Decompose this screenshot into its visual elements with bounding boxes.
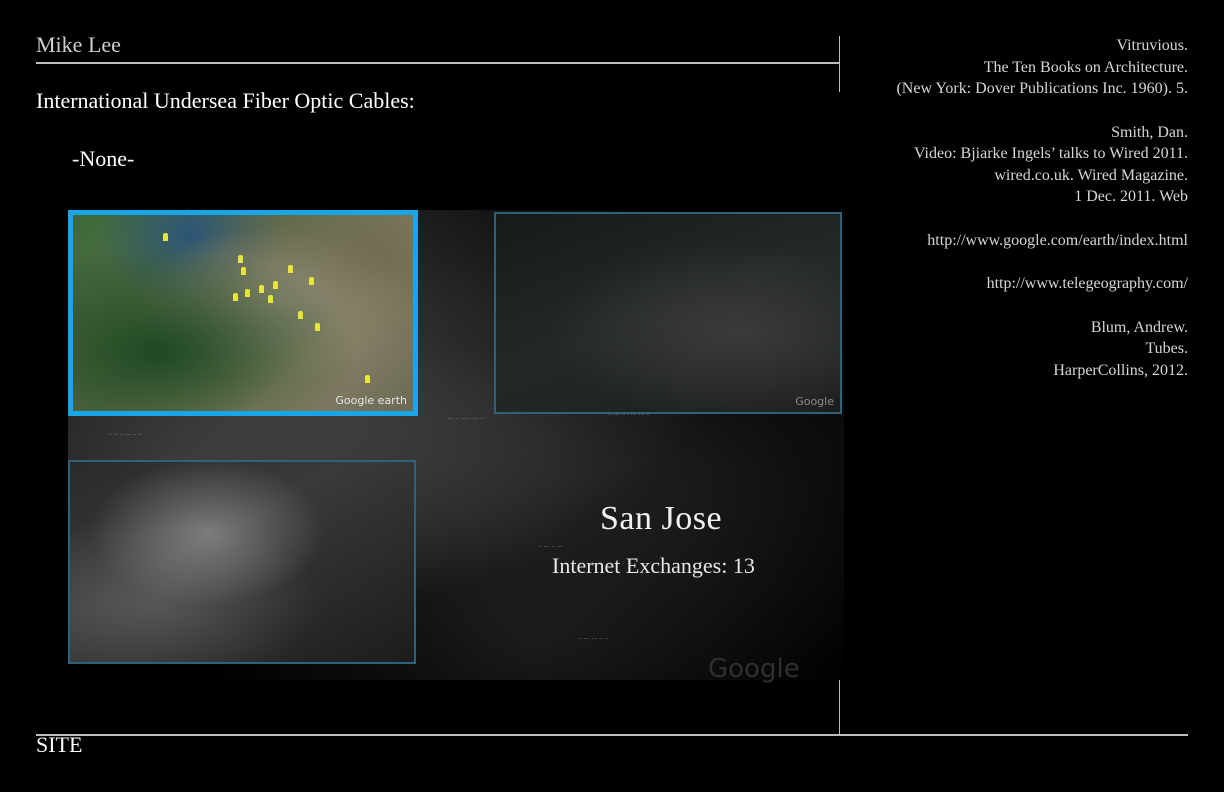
reference-line: Blum, Andrew. (1090, 318, 1188, 336)
cables-value: -None- (72, 146, 135, 171)
west-coast-satellite-panel (68, 460, 416, 664)
reference-line: The Ten Books on Architecture. (983, 58, 1188, 76)
new-york-satellite-panel: Google (494, 212, 842, 414)
header-rule (36, 62, 840, 64)
reference-line: 1 Dec. 2011. Web (1074, 188, 1188, 205)
section-heading: International Undersea Fiber Optic Cable… (36, 88, 415, 113)
map-composition: ·· ·· ·· ··· ·· ·· ··· ·· ··· · ··· ·· ·… (68, 210, 844, 684)
reference-line: Video: Bjiarke Ingels’ talks to Wired 20… (913, 145, 1188, 162)
city-name: San Jose (600, 500, 723, 537)
attribution-label: Google (795, 395, 834, 408)
footer-label: SITE (36, 732, 83, 757)
reference-line: Tubes. (1145, 340, 1188, 357)
author-name: Mike Lee (36, 32, 121, 57)
reference-url[interactable]: http://www.telegeography.com/ (828, 273, 1188, 295)
reference-url[interactable]: http://www.google.com/earth/index.html (828, 230, 1188, 252)
references-list: Vitruvious. The Ten Books on Architectur… (828, 35, 1188, 381)
exchange-count: Internet Exchanges: 13 (552, 553, 755, 578)
reference-line: Smith, Dan. (1111, 123, 1188, 141)
attribution-label: Google earth (335, 394, 407, 407)
reference-line: Vitruvious. (1116, 37, 1188, 54)
footer-vertical-rule (839, 680, 840, 734)
reference-line: wired.co.uk. Wired Magazine. (994, 166, 1188, 184)
footer-rule (36, 734, 1188, 736)
reference-line: HarperCollins, 2012. (1053, 361, 1188, 379)
map-watermark: Google (708, 654, 800, 684)
reference-line: (New York: Dover Publications Inc. 1960)… (896, 80, 1188, 97)
san-jose-satellite-panel: Google earth (68, 210, 418, 416)
